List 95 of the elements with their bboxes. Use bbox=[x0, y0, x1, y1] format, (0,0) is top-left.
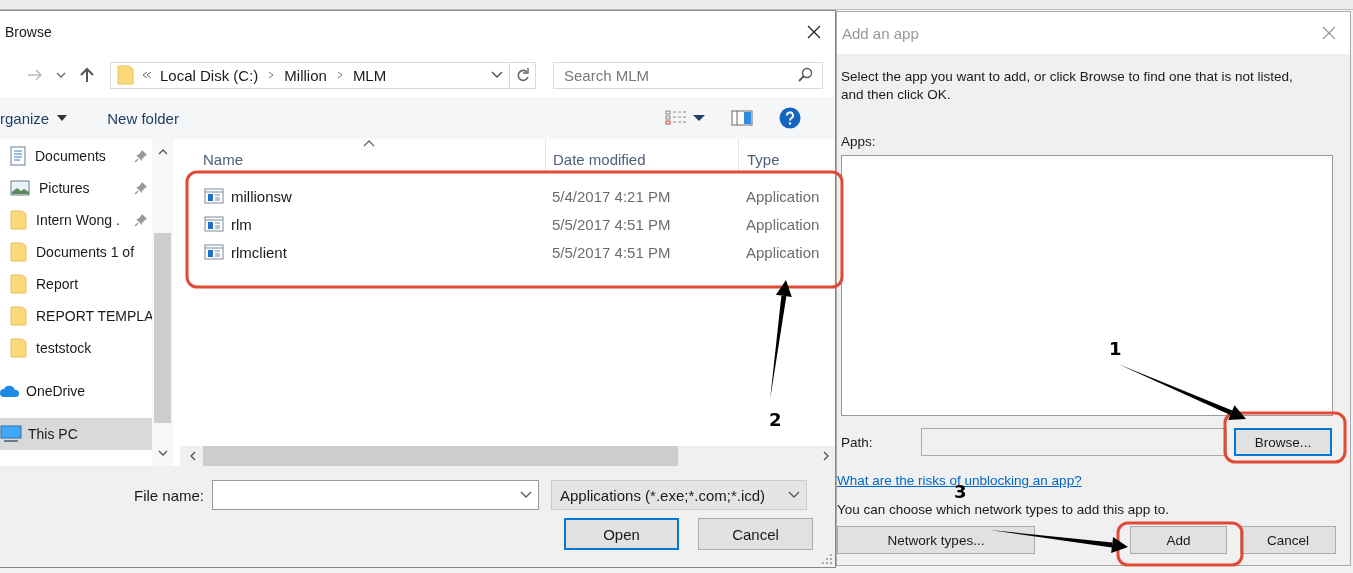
file-name: rlm bbox=[231, 215, 252, 233]
up-arrow-icon bbox=[79, 67, 95, 83]
window-title: Add an app bbox=[842, 24, 919, 42]
sidebar-item[interactable]: teststock bbox=[0, 332, 152, 364]
chevron-left-icon bbox=[190, 451, 196, 461]
network-types-button[interactable]: Network types... bbox=[837, 526, 1035, 554]
breadcrumb[interactable]: Local Disk (C:) bbox=[160, 66, 259, 84]
apps-list[interactable] bbox=[841, 155, 1333, 416]
caret-icon bbox=[57, 115, 68, 121]
breadcrumb[interactable]: Million bbox=[284, 66, 327, 84]
column-header[interactable]: Date modified bbox=[545, 139, 738, 173]
pin-icon bbox=[134, 213, 148, 227]
caret-icon bbox=[693, 115, 705, 121]
computer-icon bbox=[0, 425, 22, 443]
folder-icon bbox=[10, 338, 27, 358]
address-bar[interactable]: Local Disk (C:) Million MLM bbox=[110, 61, 510, 89]
pin-icon bbox=[134, 149, 148, 163]
folder-icon bbox=[10, 242, 27, 262]
step-number: 1 bbox=[1109, 338, 1122, 359]
sidebar-item[interactable]: Documents 1 of bbox=[0, 236, 152, 268]
chevron-down-icon bbox=[520, 491, 532, 499]
column-header[interactable]: Type bbox=[738, 139, 835, 173]
file-type-dropdown[interactable]: Applications (*.exe;*.com;*.icd) bbox=[551, 480, 807, 510]
preview-pane-icon bbox=[731, 110, 753, 126]
vertical-scrollbar[interactable] bbox=[152, 139, 173, 466]
field-label: Apps: bbox=[841, 134, 877, 149]
chevron-right-icon bbox=[823, 451, 829, 461]
step-number: 2 bbox=[769, 409, 782, 430]
resize-grip-icon bbox=[822, 554, 832, 564]
file-name-field[interactable] bbox=[212, 480, 539, 510]
new-folder-button[interactable]: New folder bbox=[107, 103, 179, 133]
cancel-button[interactable]: Cancel bbox=[698, 518, 813, 550]
sidebar-item[interactable]: This PC bbox=[0, 418, 152, 450]
close-icon bbox=[807, 25, 821, 39]
chevron-down-icon bbox=[788, 491, 800, 499]
column-header[interactable]: Name bbox=[180, 139, 545, 173]
browse-button[interactable]: Browse... bbox=[1234, 428, 1332, 456]
forward-arrow-icon bbox=[27, 68, 43, 82]
refresh-button[interactable] bbox=[510, 61, 536, 89]
sidebar-item[interactable]: Intern Wong . bbox=[0, 204, 152, 236]
folder-icon bbox=[117, 65, 134, 85]
field-label: File name: bbox=[132, 486, 205, 504]
sidebar-item[interactable]: Documents bbox=[0, 140, 152, 172]
sidebar-item[interactable]: Report bbox=[0, 268, 152, 300]
file-row[interactable]: rlmclient 5/5/2017 4:51 PM Application bbox=[180, 238, 835, 266]
chevron-up-icon bbox=[157, 149, 168, 155]
application-icon bbox=[204, 188, 224, 204]
file-row[interactable]: rlm 5/5/2017 4:51 PM Application bbox=[180, 210, 835, 238]
add-button[interactable]: Add bbox=[1130, 526, 1227, 554]
sidebar-item[interactable]: OneDrive bbox=[0, 375, 152, 407]
path-field[interactable] bbox=[921, 428, 1227, 456]
help-icon bbox=[779, 107, 801, 129]
document-icon bbox=[10, 146, 26, 166]
search-icon bbox=[797, 66, 813, 83]
close-icon bbox=[1322, 26, 1336, 40]
sidebar-item[interactable]: Pictures bbox=[0, 172, 152, 204]
pin-icon bbox=[134, 181, 148, 195]
list-view-icon bbox=[665, 110, 687, 126]
file-date: 5/5/2017 4:51 PM bbox=[551, 242, 672, 263]
sidebar-item[interactable]: REPORT TEMPLA bbox=[0, 300, 152, 332]
file-name: millionsw bbox=[231, 187, 292, 205]
file-date: 5/4/2017 4:21 PM bbox=[551, 186, 672, 207]
search-field[interactable]: Search MLM bbox=[553, 61, 823, 89]
file-row[interactable]: millionsw 5/4/2017 4:21 PM Application bbox=[180, 182, 835, 210]
sort-caret-icon bbox=[363, 140, 375, 147]
refresh-icon bbox=[515, 68, 530, 82]
open-button[interactable]: Open bbox=[564, 518, 679, 550]
cloud-icon bbox=[0, 384, 20, 398]
folder-icon bbox=[10, 274, 27, 294]
file-type: Application bbox=[745, 186, 821, 207]
scroll-thumb[interactable] bbox=[154, 233, 171, 423]
field-label: Path: bbox=[841, 434, 874, 450]
info-text: You can choose which network types to add this app to. bbox=[837, 502, 1169, 517]
double-chevron-icon bbox=[142, 71, 152, 79]
folder-icon bbox=[10, 210, 27, 230]
instruction-text: Select the app you want to add, or click Browse to find one that is not listed, and then click OK. bbox=[841, 68, 1293, 104]
chevron-right-icon bbox=[336, 71, 343, 79]
cancel-button[interactable]: Cancel bbox=[1240, 526, 1336, 554]
folder-icon bbox=[10, 306, 27, 326]
window-title: Browse bbox=[5, 24, 52, 40]
application-icon bbox=[204, 244, 224, 260]
scroll-thumb[interactable] bbox=[203, 446, 678, 466]
application-icon bbox=[204, 216, 224, 232]
organize-menu[interactable]: rganize bbox=[0, 103, 68, 133]
file-type: Application bbox=[745, 242, 821, 263]
chevron-right-icon bbox=[268, 71, 275, 79]
chevron-down-icon bbox=[56, 72, 66, 78]
chevron-down-icon bbox=[491, 71, 503, 79]
horizontal-scrollbar[interactable] bbox=[180, 446, 835, 466]
picture-icon bbox=[10, 180, 30, 196]
file-name: rlmclient bbox=[231, 243, 287, 261]
chevron-down-icon bbox=[157, 450, 168, 456]
file-type: Application bbox=[745, 214, 821, 235]
breadcrumb[interactable]: MLM bbox=[352, 66, 387, 84]
file-date: 5/5/2017 4:51 PM bbox=[551, 214, 672, 235]
